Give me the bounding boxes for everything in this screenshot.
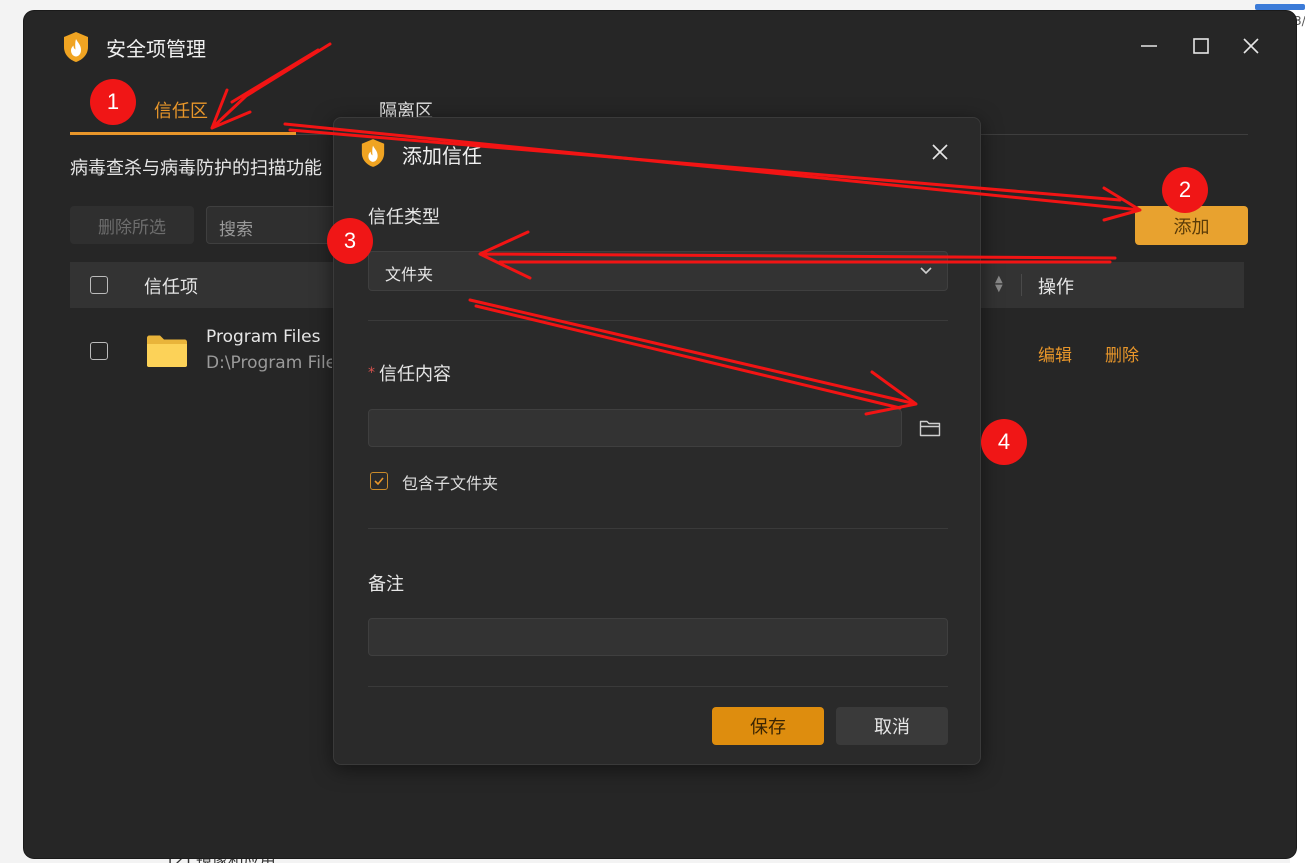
browse-folder-icon[interactable] [918, 416, 942, 440]
background-accent-bar [1255, 4, 1305, 10]
shield-flame-logo-icon [361, 139, 385, 167]
trust-type-label: 信任类型 [368, 207, 440, 228]
cancel-button[interactable]: 取消 [836, 707, 948, 745]
minimize-icon [1141, 45, 1157, 47]
annotation-badge-2: 2 [1162, 167, 1208, 213]
folder-icon [147, 335, 187, 367]
tab-trust-zone[interactable]: 信任区 [154, 97, 208, 123]
trust-type-value: 文件夹 [385, 265, 434, 284]
add-trust-dialog: 添加信任 信任类型 文件夹 * 信任内容 包含子文件夹 备注 保存 取消 [333, 117, 981, 765]
dialog-title: 添加信任 [402, 144, 482, 168]
delete-link[interactable]: 删除 [1105, 341, 1139, 366]
edit-link[interactable]: 编辑 [1038, 341, 1072, 366]
shield-flame-logo-icon [64, 32, 88, 62]
trust-content-label: * 信任内容 [368, 360, 451, 386]
close-icon [932, 144, 948, 160]
row-checkbox[interactable] [90, 342, 108, 360]
trust-item-name: Program Files [206, 327, 321, 347]
select-all-checkbox[interactable] [90, 276, 108, 294]
trust-type-select[interactable]: 文件夹 [368, 251, 948, 291]
remark-label: 备注 [368, 574, 404, 595]
close-icon [1243, 38, 1259, 54]
remark-input[interactable] [368, 618, 948, 656]
trust-item-path: D:\Program Files [206, 353, 332, 373]
annotation-badge-3: 3 [327, 218, 373, 264]
annotation-badge-1: 1 [90, 79, 136, 125]
trust-zone-description: 病毒查杀与病毒防护的扫描功能 [70, 158, 322, 179]
required-mark: * [368, 365, 375, 381]
trust-content-label-text: 信任内容 [379, 364, 451, 385]
checkmark-icon [374, 477, 384, 486]
close-window-button[interactable] [1238, 33, 1264, 59]
window-title: 安全项管理 [106, 37, 206, 61]
maximize-icon [1193, 38, 1209, 54]
minimize-button[interactable] [1136, 33, 1162, 59]
section-divider [368, 320, 948, 321]
delete-selected-button[interactable]: 删除所选 [70, 206, 194, 244]
annotation-badge-4: 4 [981, 419, 1027, 465]
column-header-trust-item: 信任项 [144, 277, 198, 298]
include-subfolders-checkbox[interactable] [370, 472, 388, 490]
column-divider [1021, 274, 1022, 296]
section-divider [368, 686, 948, 687]
trust-content-input[interactable] [368, 409, 902, 447]
close-dialog-button[interactable] [928, 140, 952, 164]
active-tab-indicator [70, 132, 296, 135]
section-divider [368, 528, 948, 529]
include-subfolders-label: 包含子文件夹 [402, 474, 499, 493]
column-header-operations: 操作 [1038, 277, 1074, 298]
chevron-down-icon [920, 267, 932, 275]
save-button[interactable]: 保存 [712, 707, 824, 745]
sort-icon[interactable]: ▲ ▼ [995, 275, 1003, 294]
search-input[interactable]: 搜索 [206, 206, 346, 244]
maximize-button[interactable] [1188, 33, 1214, 59]
